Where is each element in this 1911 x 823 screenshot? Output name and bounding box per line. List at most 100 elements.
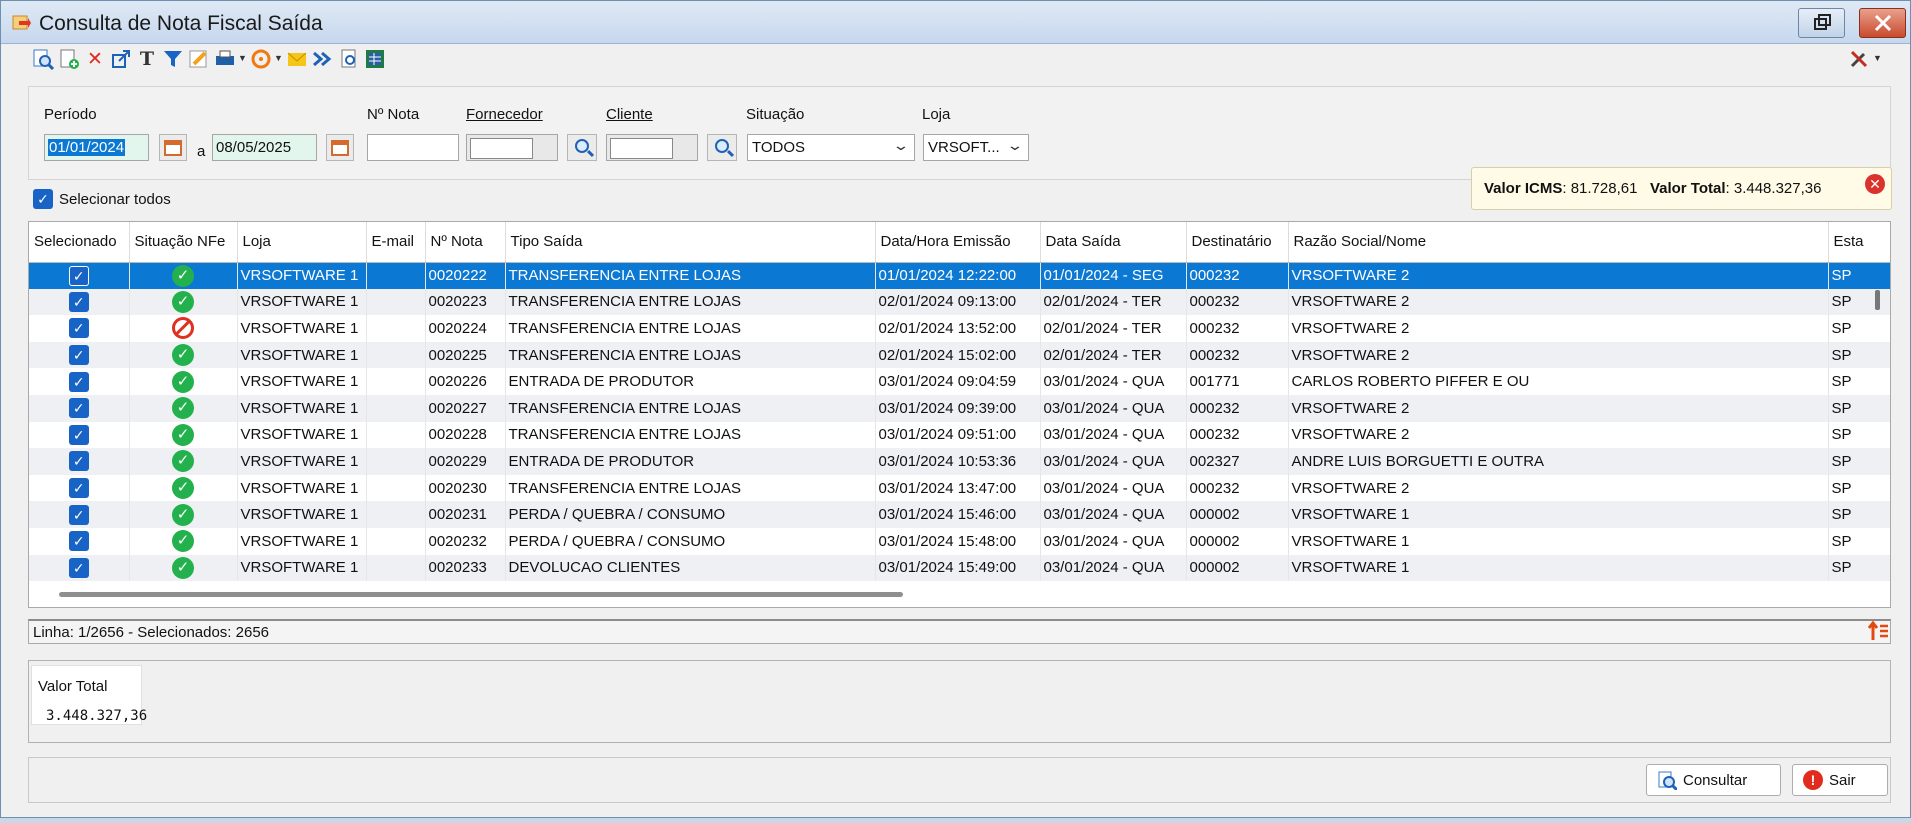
cliente-code-box[interactable] bbox=[610, 138, 673, 159]
consultar-button[interactable]: Consultar bbox=[1646, 764, 1781, 796]
row-checkbox[interactable]: ✓ bbox=[29, 448, 130, 475]
table-row[interactable]: ✓ ✓ VRSOFTWARE 1 0020233 DEVOLUCAO CLIENTES 0… bbox=[29, 554, 1890, 582]
totals-panel: Valor Total 3.448.327,36 bbox=[28, 660, 1891, 743]
cell-uf: SP bbox=[1828, 394, 1890, 422]
new-doc-icon[interactable] bbox=[57, 47, 81, 71]
row-checkbox[interactable]: ✓ bbox=[29, 262, 130, 289]
cell-uf: SP bbox=[1828, 501, 1890, 528]
date-to-field[interactable]: 08/05/2025 bbox=[212, 134, 317, 161]
chevron-down-icon: ⌄ bbox=[892, 137, 910, 153]
refresh-dropdown-icon[interactable]: ▼ bbox=[274, 53, 283, 63]
cell-uf: SP bbox=[1828, 341, 1890, 369]
title-bar[interactable]: Consulta de Nota Fiscal Saída bbox=[1, 1, 1910, 44]
column-header[interactable]: Razão Social/Nome bbox=[1288, 222, 1829, 263]
status-ok-icon: ✓ bbox=[172, 264, 194, 287]
cell-saida: 02/01/2024 - TER bbox=[1040, 315, 1187, 342]
row-checkbox[interactable]: ✓ bbox=[29, 341, 130, 369]
select-all-checkbox[interactable]: ✓ Selecionar todos bbox=[33, 189, 171, 209]
table-row[interactable]: ✓ ✓ VRSOFTWARE 1 0020228 TRANSFERENCIA ENTRE… bbox=[29, 421, 1890, 449]
preview-icon[interactable] bbox=[337, 47, 361, 71]
close-tooltip-icon[interactable]: ✕ bbox=[1865, 174, 1885, 194]
column-header[interactable]: E-mail bbox=[366, 222, 426, 263]
table-row[interactable]: ✓ ✓ VRSOFTWARE 1 0020226 ENTRADA DE PRODUTOR… bbox=[29, 368, 1890, 395]
cell-uf: SP bbox=[1828, 288, 1890, 316]
row-checkbox[interactable]: ✓ bbox=[29, 501, 130, 528]
row-checkbox[interactable]: ✓ bbox=[29, 554, 130, 582]
horizontal-scrollbar[interactable] bbox=[59, 592, 903, 597]
refresh-icon[interactable] bbox=[249, 47, 273, 71]
table-row[interactable]: ✓ ✓ VRSOFTWARE 1 0020222 TRANSFERENCIA ENTRE… bbox=[29, 262, 1890, 289]
nota-input[interactable] bbox=[367, 134, 459, 161]
sair-button[interactable]: ! Sair bbox=[1792, 764, 1888, 796]
date-to-calendar-button[interactable] bbox=[326, 134, 354, 161]
column-header[interactable]: Situação NFe bbox=[129, 222, 238, 263]
table-row[interactable]: ✓ ✓ VRSOFTWARE 1 0020230 TRANSFERENCIA ENTRE… bbox=[29, 474, 1890, 502]
row-checkbox[interactable]: ✓ bbox=[29, 474, 130, 502]
filter-icon[interactable] bbox=[161, 47, 185, 71]
row-checkbox[interactable]: ✓ bbox=[29, 394, 130, 422]
email-icon[interactable] bbox=[285, 47, 309, 71]
column-header[interactable]: Destinatário bbox=[1186, 222, 1289, 263]
status-bar: Linha: 1/2656 - Selecionados: 2656 bbox=[28, 619, 1891, 644]
row-checkbox[interactable]: ✓ bbox=[29, 288, 130, 316]
table-row[interactable]: ✓ VRSOFTWARE 1 0020224 TRANSFERENCIA ENTRE … bbox=[29, 315, 1890, 342]
text-format-icon[interactable]: T bbox=[135, 47, 159, 71]
table-row[interactable]: ✓ ✓ VRSOFTWARE 1 0020225 TRANSFERENCIA ENTRE… bbox=[29, 341, 1890, 369]
column-header[interactable]: Data/Hora Emissão bbox=[875, 222, 1041, 263]
fornecedor-code-box[interactable] bbox=[470, 138, 533, 159]
checkbox-checked-icon: ✓ bbox=[68, 291, 89, 312]
nfe-status-cell: ✓ bbox=[129, 501, 238, 528]
sort-order-icon[interactable] bbox=[1867, 620, 1890, 642]
print-icon[interactable] bbox=[213, 47, 237, 71]
table-row[interactable]: ✓ ✓ VRSOFTWARE 1 0020223 TRANSFERENCIA ENTRE… bbox=[29, 288, 1890, 316]
row-checkbox[interactable]: ✓ bbox=[29, 368, 130, 395]
table-row[interactable]: ✓ ✓ VRSOFTWARE 1 0020231 PERDA / QUEBRA / CO… bbox=[29, 501, 1890, 528]
loja-select[interactable]: VRSOFT... ⌄ bbox=[923, 134, 1029, 161]
forward-icon[interactable] bbox=[311, 47, 335, 71]
table-row[interactable]: ✓ ✓ VRSOFTWARE 1 0020227 TRANSFERENCIA ENTRE… bbox=[29, 394, 1890, 422]
cliente-label[interactable]: Cliente bbox=[606, 106, 653, 123]
search-doc-icon[interactable] bbox=[31, 47, 55, 71]
results-grid[interactable]: Selecionado Situação NFe Loja E-mail Nº Nota… bbox=[28, 221, 1891, 608]
cell-email bbox=[366, 315, 426, 342]
cliente-input[interactable] bbox=[606, 134, 698, 161]
nfe-status-cell: ✓ bbox=[129, 262, 238, 289]
cell-uf: SP bbox=[1828, 527, 1890, 555]
table-row[interactable]: ✓ ✓ VRSOFTWARE 1 0020232 PERDA / QUEBRA / CO… bbox=[29, 527, 1890, 555]
cell-razao: VRSOFTWARE 2 bbox=[1288, 421, 1829, 449]
column-header[interactable]: Selecionado bbox=[29, 222, 130, 263]
totals-tooltip: Valor ICMS: 81.728,61 Valor Total: 3.448… bbox=[1471, 167, 1892, 210]
row-checkbox[interactable]: ✓ bbox=[29, 527, 130, 555]
fornecedor-input[interactable] bbox=[466, 134, 558, 161]
table-row[interactable]: ✓ ✓ VRSOFTWARE 1 0020229 ENTRADA DE PRODUTOR… bbox=[29, 448, 1890, 475]
column-header[interactable]: Esta bbox=[1828, 222, 1890, 263]
column-header[interactable]: Loja bbox=[237, 222, 367, 263]
cell-razao: VRSOFTWARE 2 bbox=[1288, 341, 1829, 369]
row-checkbox[interactable]: ✓ bbox=[29, 421, 130, 449]
restore-button[interactable] bbox=[1798, 8, 1845, 38]
tools-dropdown-icon[interactable]: ▼ bbox=[1873, 53, 1882, 63]
spreadsheet-icon[interactable] bbox=[363, 47, 387, 71]
column-header[interactable]: Tipo Saída bbox=[505, 222, 876, 263]
delete-icon[interactable]: ✕ bbox=[83, 47, 107, 71]
row-checkbox[interactable]: ✓ bbox=[29, 315, 130, 342]
situacao-select[interactable]: TODOS ⌄ bbox=[747, 134, 915, 161]
close-window-button[interactable] bbox=[1859, 8, 1906, 38]
cell-email bbox=[366, 262, 426, 289]
column-header[interactable]: Data Saída bbox=[1040, 222, 1187, 263]
tools-icon[interactable] bbox=[1847, 47, 1871, 71]
status-cancelled-icon bbox=[172, 317, 194, 340]
date-from-field[interactable]: 01/01/2024 bbox=[44, 134, 149, 161]
vertical-scrollbar[interactable] bbox=[1875, 290, 1880, 310]
export-icon[interactable] bbox=[109, 47, 133, 71]
fornecedor-label[interactable]: Fornecedor bbox=[466, 106, 543, 123]
print-dropdown-icon[interactable]: ▼ bbox=[238, 53, 247, 63]
checkbox-checked-icon: ✓ bbox=[68, 531, 89, 552]
date-from-calendar-button[interactable] bbox=[159, 134, 187, 161]
edit-icon[interactable] bbox=[187, 47, 211, 71]
cell-emissao: 03/01/2024 15:48:00 bbox=[875, 527, 1041, 555]
fornecedor-search-button[interactable] bbox=[567, 134, 597, 161]
cell-tipo: DEVOLUCAO CLIENTES bbox=[505, 554, 876, 582]
column-header[interactable]: Nº Nota bbox=[425, 222, 506, 263]
cliente-search-button[interactable] bbox=[707, 134, 737, 161]
